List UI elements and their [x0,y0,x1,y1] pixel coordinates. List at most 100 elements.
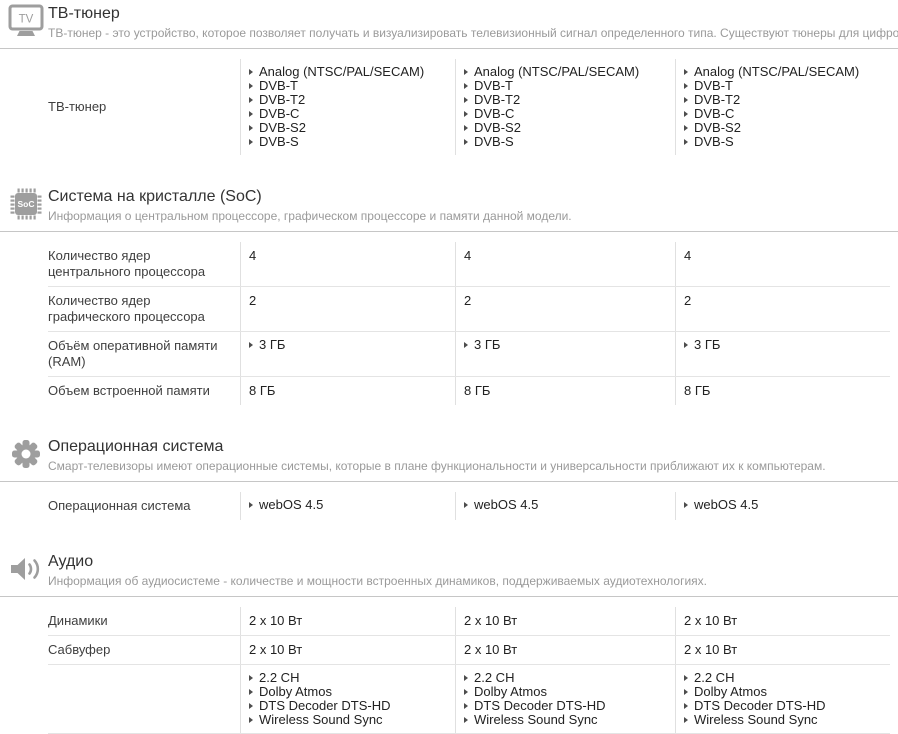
arrow-icon [684,111,688,117]
spec-list-item: DVB-T2 [249,93,445,107]
arrow-icon [684,342,688,348]
spec-value-cell: 3 ГБ [240,332,455,376]
spec-value-text: Dolby Atmos [694,684,767,699]
spec-value-cell: 2 [675,287,890,331]
spec-value-text: webOS 4.5 [259,497,323,512]
section-header: Аудио Информация об аудиосистеме - колич… [0,550,898,597]
spec-value-list: 2.2 CHDolby AtmosDTS Decoder DTS-HDWirel… [684,671,880,727]
arrow-icon [464,139,468,145]
tv-icon [8,4,44,38]
section-header: Операционная система Смарт-телевизоры им… [0,435,898,482]
spec-value-cell: 4 [240,242,455,286]
spec-label: Динамики [48,607,240,635]
section-header: ТВ-тюнер ТВ-тюнер - это устройство, кото… [0,2,898,49]
arrow-icon [684,125,688,131]
spec-row: Динамики 2 x 10 Вт 2 x 10 Вт 2 x 10 Вт [48,607,890,635]
spec-value-text: Wireless Sound Sync [694,712,818,727]
spec-value-cell: webOS 4.5 [240,492,455,520]
spec-list-item: DTS Decoder DTS-HD [684,699,880,713]
spec-value-text: 3 ГБ [694,337,720,352]
arrow-icon [249,703,253,709]
arrow-icon [249,717,253,723]
spec-label: Объём оперативной памяти (RAM) [48,332,240,376]
arrow-icon [684,703,688,709]
spec-value-cell: 2 x 10 Вт [455,607,675,635]
spec-value-list: webOS 4.5 [249,498,445,512]
arrow-icon [684,502,688,508]
spec-value-list: Analog (NTSC/PAL/SECAM)DVB-TDVB-T2DVB-CD… [464,65,665,149]
spec-row: Количество ядер центрального процессора4… [48,242,890,286]
section-audio: Аудио Информация об аудиосистеме - колич… [0,550,898,734]
spec-list-item: DVB-S2 [684,121,880,135]
spec-row: Сабвуфер2 x 10 Вт2 x 10 Вт2 x 10 Вт [48,635,890,664]
spec-list-item: DVB-C [464,107,665,121]
spec-value-cell: 2 x 10 Вт [240,636,455,664]
spec-list-item: DVB-S [249,135,445,149]
spec-list-item: DVB-S2 [464,121,665,135]
section-description: Информация об аудиосистеме - количестве … [48,575,707,588]
spec-value-cell: 2 x 10 Вт [240,607,455,635]
section-description: Смарт-телевизоры имеют операционные сист… [48,460,826,473]
spec-value-cell: 2 x 10 Вт [675,607,890,635]
spec-value-text: 2 x 10 Вт [464,613,517,628]
spec-list-item: 3 ГБ [464,338,665,352]
arrow-icon [684,83,688,89]
spec-list-item: DVB-S2 [249,121,445,135]
spec-table: ТВ-тюнерAnalog (NTSC/PAL/SECAM)DVB-TDVB-… [48,59,890,155]
spec-list-item: DVB-C [684,107,880,121]
spec-list-item: 3 ГБ [249,338,445,352]
spec-value-text: DVB-C [259,106,299,121]
specs-page: ТВ-тюнер ТВ-тюнер - это устройство, кото… [0,2,898,734]
spec-list-item: Dolby Atmos [684,685,880,699]
spec-value-text: 3 ГБ [259,337,285,352]
section-title: Аудио [48,553,707,571]
spec-list-item: DVB-S [464,135,665,149]
spec-value-text: DVB-T [259,78,298,93]
section-heading: Операционная система Смарт-телевизоры им… [48,437,826,473]
spec-value-text: 8 ГБ [464,383,490,398]
arrow-icon [249,83,253,89]
spec-label [48,665,240,733]
spec-value-text: 2 x 10 Вт [684,642,737,657]
spec-table: Количество ядер центрального процессора4… [48,242,890,405]
spec-value-text: Dolby Atmos [259,684,332,699]
spec-value-text: DVB-S [694,134,734,149]
spec-list-item: Analog (NTSC/PAL/SECAM) [249,65,445,79]
section-description: ТВ-тюнер - это устройство, которое позво… [48,27,898,40]
spec-value-cell: 3 ГБ [455,332,675,376]
spec-value-text: webOS 4.5 [694,497,758,512]
arrow-icon [464,703,468,709]
spec-value-text: Dolby Atmos [474,684,547,699]
spec-value-text: DVB-T2 [694,92,740,107]
arrow-icon [684,689,688,695]
spec-value-text: DVB-T2 [474,92,520,107]
spec-value-cell: 2 [240,287,455,331]
spec-value-text: DVB-C [474,106,514,121]
spec-value-cell: Analog (NTSC/PAL/SECAM)DVB-TDVB-T2DVB-CD… [675,59,890,155]
spec-row: 2.2 CHDolby AtmosDTS Decoder DTS-HDWirel… [48,664,890,734]
spec-value-cell: 4 [675,242,890,286]
spec-value-text: DVB-S2 [474,120,521,135]
spec-list-item: Dolby Atmos [464,685,665,699]
spec-value-text: 8 ГБ [249,383,275,398]
spec-value-cell: 2 [455,287,675,331]
arrow-icon [249,69,253,75]
spec-value-text: 2.2 CH [694,670,734,685]
spec-value-list: 3 ГБ [684,338,880,352]
spec-list-item: DVB-T [684,79,880,93]
section-soc: Система на кристалле (SoC) Информация о … [0,185,898,405]
spec-value-list: 2.2 CHDolby AtmosDTS Decoder DTS-HDWirel… [464,671,665,727]
section-title: Система на кристалле (SoC) [48,188,572,206]
arrow-icon [684,97,688,103]
section-tv-tuner: ТВ-тюнер ТВ-тюнер - это устройство, кото… [0,2,898,155]
arrow-icon [249,125,253,131]
spec-value-text: DVB-S2 [259,120,306,135]
spec-value-list: webOS 4.5 [684,498,880,512]
spec-value-text: DTS Decoder DTS-HD [694,698,825,713]
spec-value-text: 2 x 10 Вт [249,613,302,628]
spec-list-item: DVB-C [249,107,445,121]
arrow-icon [464,342,468,348]
spec-list-item: 2.2 CH [684,671,880,685]
arrow-icon [684,675,688,681]
spec-value-text: DVB-T [694,78,733,93]
